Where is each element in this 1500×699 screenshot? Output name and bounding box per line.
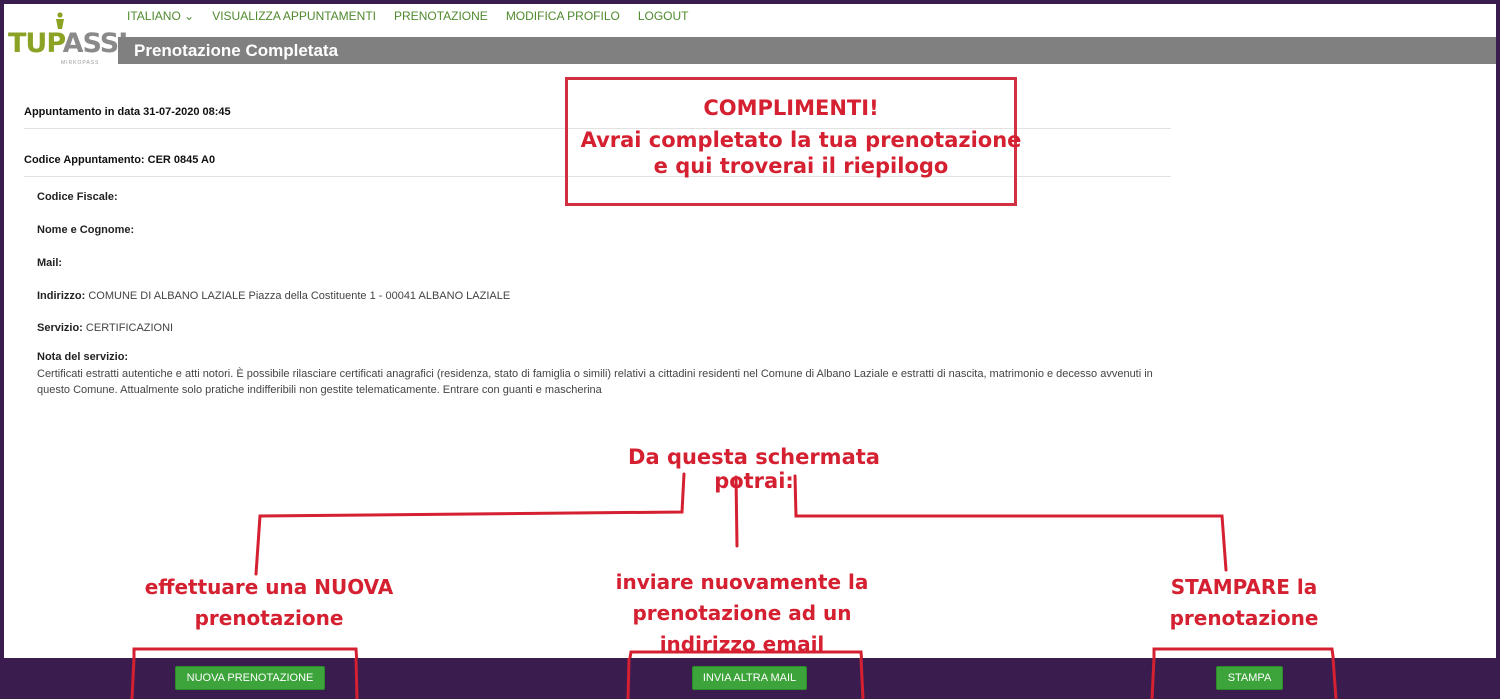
print-button[interactable]: STAMPA	[1216, 666, 1283, 690]
new-booking-button[interactable]: NUOVA PRENOTAZIONE	[175, 666, 325, 690]
send-mail-button[interactable]: INVIA ALTRA MAIL	[692, 666, 807, 690]
annotation-lines	[132, 472, 1335, 658]
page-frame: TUPASSI MIRKOPASS ITALIANO ⌄ VISUALIZZA …	[4, 4, 1496, 658]
